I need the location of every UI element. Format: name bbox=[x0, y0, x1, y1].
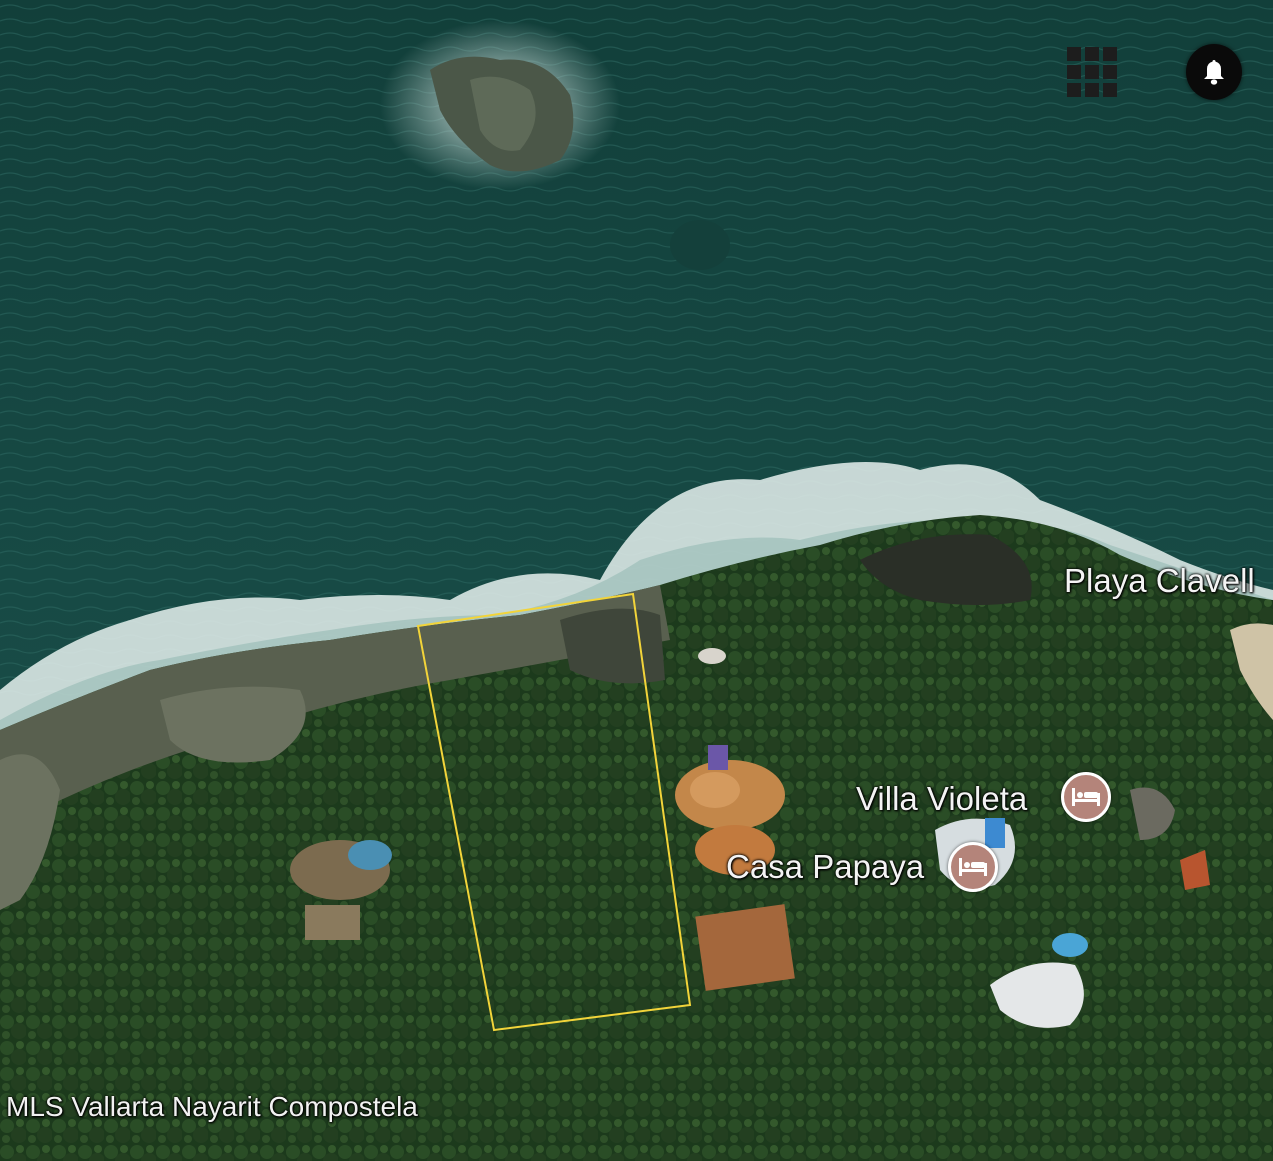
bed-icon bbox=[1072, 788, 1100, 806]
place-label-casa-papaya[interactable]: Casa Papaya bbox=[726, 850, 924, 883]
bell-icon bbox=[1204, 60, 1224, 85]
hotel-marker-casa-papaya[interactable] bbox=[948, 842, 998, 892]
place-label-villa-violeta[interactable]: Villa Violeta bbox=[856, 782, 1027, 815]
bed-icon bbox=[959, 858, 987, 876]
place-label-playa-clavell[interactable]: Playa Clavell bbox=[1064, 564, 1255, 597]
satellite-map[interactable]: Playa Clavell Villa Violeta Casa Papaya … bbox=[0, 0, 1273, 1161]
hotel-marker-villa-violeta[interactable] bbox=[1061, 772, 1111, 822]
grid-button[interactable] bbox=[1066, 46, 1118, 98]
watermark-caption: MLS Vallarta Nayarit Compostela bbox=[6, 1091, 418, 1122]
notifications-button[interactable] bbox=[1186, 44, 1242, 100]
grid-icon bbox=[1067, 47, 1081, 61]
